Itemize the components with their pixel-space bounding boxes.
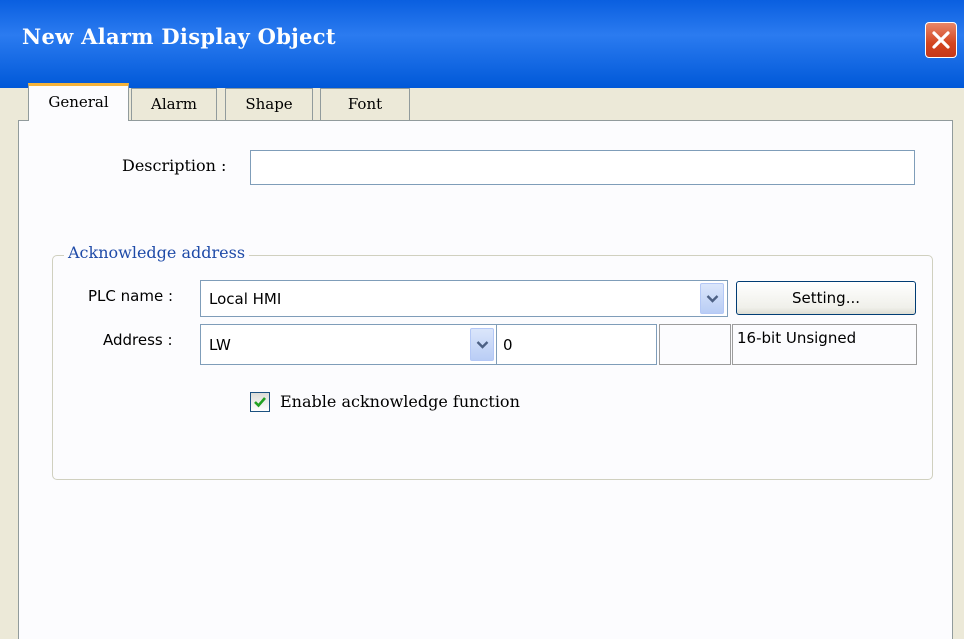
enable-acknowledge-label[interactable]: Enable acknowledge function	[280, 392, 520, 411]
data-format-display: 16-bit Unsigned	[732, 324, 917, 365]
setting-button[interactable]: Setting...	[736, 281, 916, 315]
address-label: Address :	[103, 331, 173, 349]
tab-shape-label: Shape	[245, 95, 293, 113]
tab-shape[interactable]: Shape	[225, 88, 313, 120]
close-x-icon	[932, 31, 950, 49]
setting-button-label: Setting...	[791, 289, 860, 307]
chevron-down-icon	[706, 295, 719, 303]
address-device-combobox[interactable]: LW	[200, 324, 497, 365]
tab-alarm[interactable]: Alarm	[131, 88, 217, 120]
tab-alarm-label: Alarm	[151, 95, 197, 113]
plc-name-dropdown-button[interactable]	[700, 283, 724, 314]
address-extra-field	[659, 324, 731, 365]
title-bar[interactable]: New Alarm Display Object	[0, 0, 964, 88]
address-value: 0	[503, 336, 513, 354]
plc-name-combobox[interactable]: Local HMI	[200, 280, 728, 317]
data-format-value: 16-bit Unsigned	[737, 329, 857, 347]
tab-font-label: Font	[347, 95, 383, 113]
description-input[interactable]	[250, 150, 915, 185]
plc-name-value: Local HMI	[209, 290, 282, 308]
dialog-window: New Alarm Display Object General Alarm S…	[0, 0, 964, 639]
address-value-input[interactable]: 0	[496, 324, 657, 365]
close-button[interactable]	[925, 22, 957, 58]
enable-acknowledge-checkbox[interactable]	[250, 392, 270, 412]
plc-name-label: PLC name :	[88, 287, 174, 305]
check-mark-icon	[254, 397, 266, 408]
description-label: Description :	[122, 156, 227, 175]
acknowledge-address-title: Acknowledge address	[64, 243, 250, 262]
tab-general[interactable]: General	[28, 83, 129, 121]
chevron-down-icon	[476, 341, 489, 349]
address-device-dropdown-button[interactable]	[470, 328, 494, 361]
tab-general-label: General	[48, 93, 109, 111]
tab-font[interactable]: Font	[320, 88, 410, 120]
window-title: New Alarm Display Object	[22, 24, 336, 49]
address-device-value: LW	[209, 336, 231, 354]
